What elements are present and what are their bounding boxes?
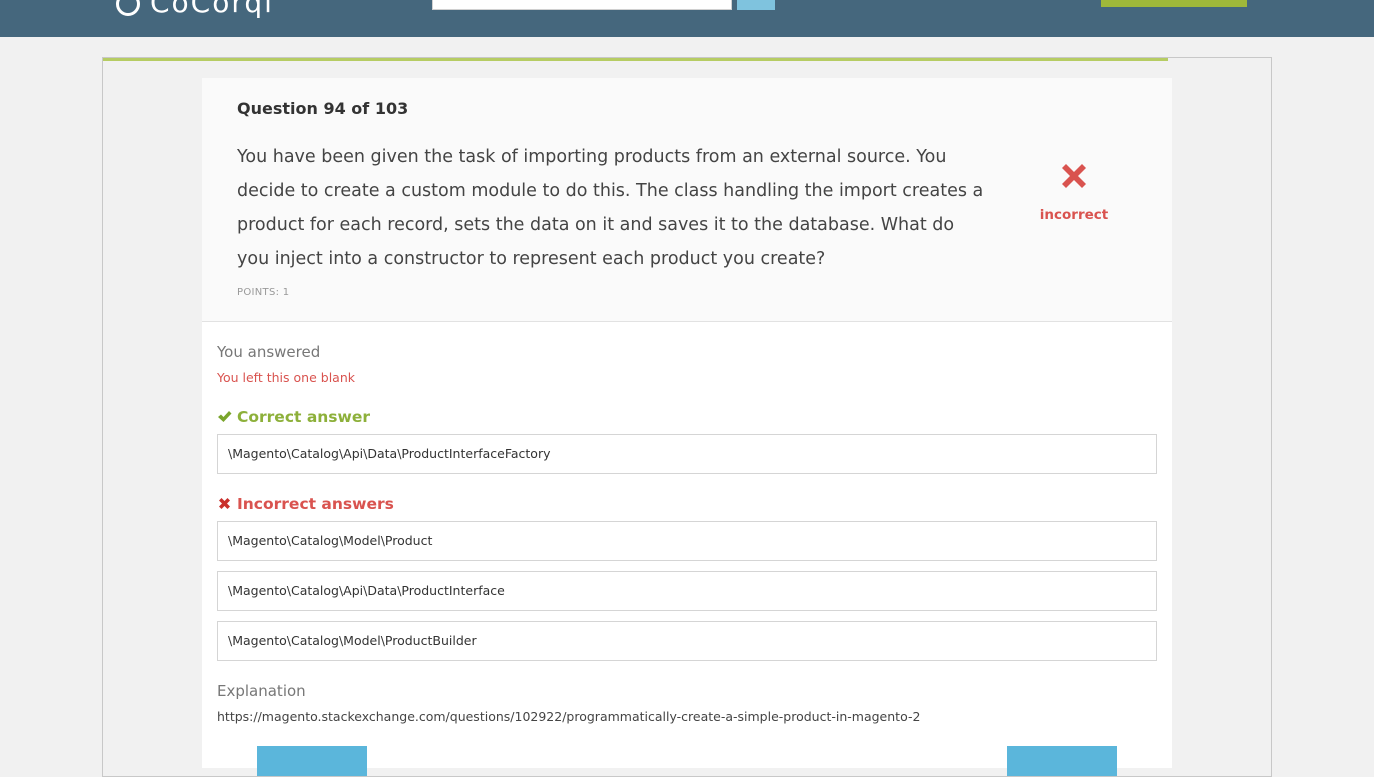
incorrect-answers-heading-label: Incorrect answers (237, 495, 394, 513)
question-header: Question 94 of 103 You have been given t… (202, 78, 1172, 322)
quiz-progress-bar (103, 58, 1168, 61)
question-points: POINTS: 1 (237, 287, 290, 298)
incorrect-answer-option: \Magento\Catalog\Model\Product (217, 521, 1157, 561)
incorrect-answer-option: \Magento\Catalog\Api\Data\ProductInterfa… (217, 571, 1157, 611)
question-counter: Question 94 of 103 (237, 99, 409, 118)
blank-answer-note: You left this one blank (217, 370, 355, 385)
next-question-button[interactable] (1007, 746, 1117, 776)
cross-icon (219, 498, 230, 509)
you-answered-label: You answered (217, 343, 321, 361)
explanation-link[interactable]: https://magento.stackexchange.com/questi… (217, 709, 920, 724)
question-text: You have been given the task of importin… (237, 147, 984, 269)
search-button[interactable] (737, 0, 775, 10)
logo-text: CoCorqi (150, 0, 274, 19)
cross-icon (1062, 164, 1086, 188)
checkmark-icon (218, 411, 232, 422)
correct-answer-heading: Correct answer (217, 408, 370, 426)
header-cta-button[interactable] (1101, 0, 1247, 7)
result-status: incorrect (1039, 207, 1109, 223)
logo-icon (116, 0, 140, 16)
question-card: Question 94 of 103 You have been given t… (202, 78, 1172, 776)
previous-question-button[interactable] (257, 746, 367, 776)
incorrect-answer-option: \Magento\Catalog\Model\ProductBuilder (217, 621, 1157, 661)
explanation-heading: Explanation (217, 682, 306, 700)
correct-answer-heading-label: Correct answer (237, 408, 371, 426)
top-navbar: CoCorqi (0, 0, 1374, 37)
incorrect-answers-heading: Incorrect answers (217, 495, 394, 513)
search-input[interactable] (432, 0, 732, 10)
correct-answer-option: \Magento\Catalog\Api\Data\ProductInterfa… (217, 434, 1157, 474)
site-logo[interactable]: CoCorqi (116, 0, 274, 19)
